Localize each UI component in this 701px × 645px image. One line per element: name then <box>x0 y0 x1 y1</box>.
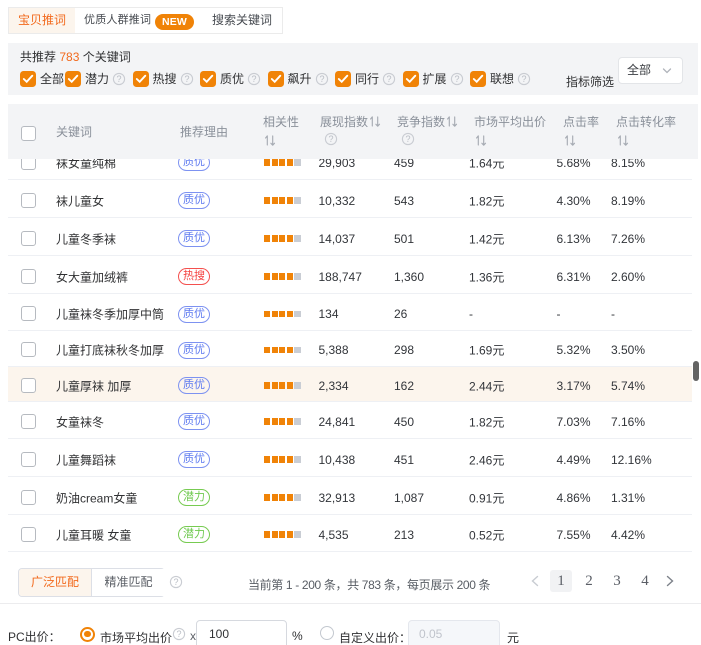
svg-text:?: ? <box>184 74 189 84</box>
svg-text:?: ? <box>116 74 121 84</box>
svg-text:?: ? <box>454 74 459 84</box>
svg-text:?: ? <box>319 74 324 84</box>
svg-text:?: ? <box>173 577 178 587</box>
svg-text:?: ? <box>176 629 181 639</box>
svg-text:?: ? <box>405 134 410 144</box>
svg-text:?: ? <box>251 74 256 84</box>
svg-text:?: ? <box>386 74 391 84</box>
svg-text:?: ? <box>521 74 526 84</box>
svg-text:?: ? <box>328 134 333 144</box>
